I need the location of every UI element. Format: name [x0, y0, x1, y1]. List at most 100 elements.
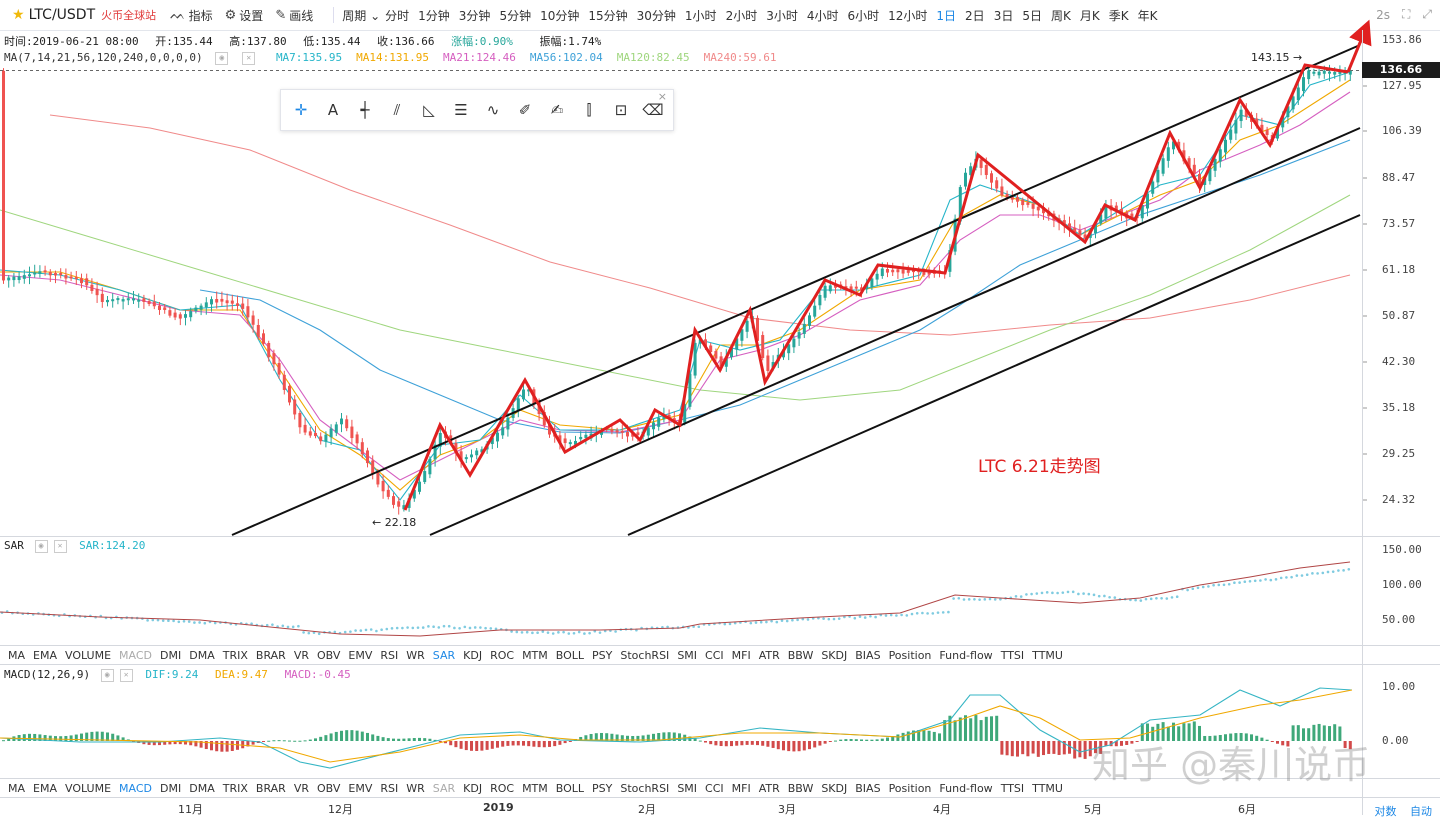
wave-tool-icon[interactable]: ∿ [477, 95, 509, 125]
tab-macd[interactable]: MACD [119, 649, 152, 662]
sar-dot [541, 630, 545, 633]
triangle-tool-icon[interactable]: ◺ [413, 95, 445, 125]
tab-skdj[interactable]: SKDJ [821, 782, 847, 795]
horizontal-line-tool-icon[interactable]: ┽ [349, 95, 381, 125]
macd-bar [381, 737, 385, 741]
candle [1146, 193, 1149, 209]
candle [90, 284, 94, 291]
tab-roc[interactable]: ROC [490, 649, 514, 662]
lock-icon[interactable]: ⊡ [605, 95, 637, 125]
tab-wr[interactable]: WR [406, 782, 425, 795]
auto-scale-toggle[interactable]: 自动 [1410, 805, 1432, 818]
log-scale-toggle[interactable]: 对数 [1375, 805, 1397, 818]
tab-vr[interactable]: VR [294, 782, 309, 795]
eye-icon[interactable]: ◉ [100, 668, 114, 682]
tab-brar[interactable]: BRAR [256, 649, 286, 662]
tab-rsi[interactable]: RSI [380, 649, 398, 662]
eye-icon[interactable]: ◉ [34, 539, 48, 553]
tab-ma[interactable]: MA [8, 649, 25, 662]
macd-bar [958, 717, 962, 741]
tab-kdj[interactable]: KDJ [463, 649, 482, 662]
tab-fund-flow[interactable]: Fund-flow [939, 649, 992, 662]
sar-dot [1259, 579, 1262, 582]
tab-boll[interactable]: BOLL [556, 782, 584, 795]
tab-psy[interactable]: PSY [592, 782, 612, 795]
price-tick: 42.30 [1382, 355, 1416, 368]
tab-mfi[interactable]: MFI [732, 649, 751, 662]
tab-stochrsi[interactable]: StochRSI [620, 649, 669, 662]
tab-atr[interactable]: ATR [759, 649, 780, 662]
crosshair-tool-icon[interactable]: ✛ [285, 95, 317, 125]
macd-bar [927, 730, 931, 741]
tab-psy[interactable]: PSY [592, 649, 612, 662]
tab-dmi[interactable]: DMI [160, 782, 181, 795]
tab-sar[interactable]: SAR [433, 649, 455, 662]
tab-emv[interactable]: EMV [348, 649, 372, 662]
tab-atr[interactable]: ATR [759, 782, 780, 795]
tab-obv[interactable]: OBV [317, 782, 340, 795]
tab-smi[interactable]: SMI [677, 649, 697, 662]
macd-bar [366, 732, 369, 741]
brush-tool-icon[interactable]: ✍ [541, 95, 573, 125]
sar-dot [583, 632, 586, 635]
tab-volume[interactable]: VOLUME [65, 782, 111, 795]
tab-brar[interactable]: BRAR [256, 782, 286, 795]
tab-dma[interactable]: DMA [189, 649, 215, 662]
tab-roc[interactable]: ROC [490, 782, 514, 795]
tab-cci[interactable]: CCI [705, 649, 724, 662]
text-tool-icon[interactable]: A [317, 95, 349, 125]
tab-ttsi[interactable]: TTSI [1001, 782, 1024, 795]
main-chart[interactable] [0, 0, 1440, 815]
tab-ma[interactable]: MA [8, 782, 25, 795]
tab-ttmu[interactable]: TTMU [1032, 782, 1063, 795]
tab-wr[interactable]: WR [406, 649, 425, 662]
tab-ema[interactable]: EMA [33, 649, 57, 662]
macd-bar [418, 737, 421, 741]
tab-trix[interactable]: TRIX [223, 782, 248, 795]
tab-kdj[interactable]: KDJ [463, 782, 482, 795]
tab-stochrsi[interactable]: StochRSI [620, 782, 669, 795]
tab-fund-flow[interactable]: Fund-flow [939, 782, 992, 795]
tab-ttsi[interactable]: TTSI [1001, 649, 1024, 662]
tab-mtm[interactable]: MTM [522, 649, 548, 662]
tab-ttmu[interactable]: TTMU [1032, 649, 1063, 662]
tab-bias[interactable]: BIAS [855, 782, 880, 795]
tab-bbw[interactable]: BBW [788, 649, 814, 662]
tab-cci[interactable]: CCI [705, 782, 724, 795]
tab-obv[interactable]: OBV [317, 649, 340, 662]
sar-dot [1279, 576, 1283, 580]
tab-volume[interactable]: VOLUME [65, 649, 111, 662]
tab-ema[interactable]: EMA [33, 782, 57, 795]
sar-dot [791, 618, 794, 622]
candle [194, 307, 198, 312]
candle [350, 426, 354, 439]
fib-tool-icon[interactable]: ☰ [445, 95, 477, 125]
parallel-line-tool-icon[interactable]: ⫽ [381, 95, 413, 125]
close-icon[interactable]: ✕ [119, 668, 133, 682]
tab-smi[interactable]: SMI [677, 782, 697, 795]
tab-bbw[interactable]: BBW [788, 782, 814, 795]
tab-mfi[interactable]: MFI [732, 782, 751, 795]
tab-position[interactable]: Position [889, 649, 932, 662]
tab-vr[interactable]: VR [294, 649, 309, 662]
tab-mtm[interactable]: MTM [522, 782, 548, 795]
tab-bias[interactable]: BIAS [855, 649, 880, 662]
candle [33, 272, 37, 275]
tab-dma[interactable]: DMA [189, 782, 215, 795]
close-icon[interactable]: ✕ [53, 539, 67, 553]
macd-bar [59, 736, 63, 741]
tab-boll[interactable]: BOLL [556, 649, 584, 662]
tab-dmi[interactable]: DMI [160, 649, 181, 662]
tab-macd[interactable]: MACD [119, 782, 152, 795]
tab-position[interactable]: Position [889, 782, 932, 795]
tab-rsi[interactable]: RSI [380, 782, 398, 795]
ruler-tool-icon[interactable]: ✐ [509, 95, 541, 125]
candle-tool-icon[interactable]: ⫿ [573, 95, 605, 125]
sar-dot [863, 616, 867, 619]
tab-trix[interactable]: TRIX [223, 649, 248, 662]
tab-emv[interactable]: EMV [348, 782, 372, 795]
close-icon[interactable]: × [658, 90, 667, 103]
tab-skdj[interactable]: SKDJ [821, 649, 847, 662]
macd-bar [412, 738, 416, 741]
tab-sar[interactable]: SAR [433, 782, 455, 795]
